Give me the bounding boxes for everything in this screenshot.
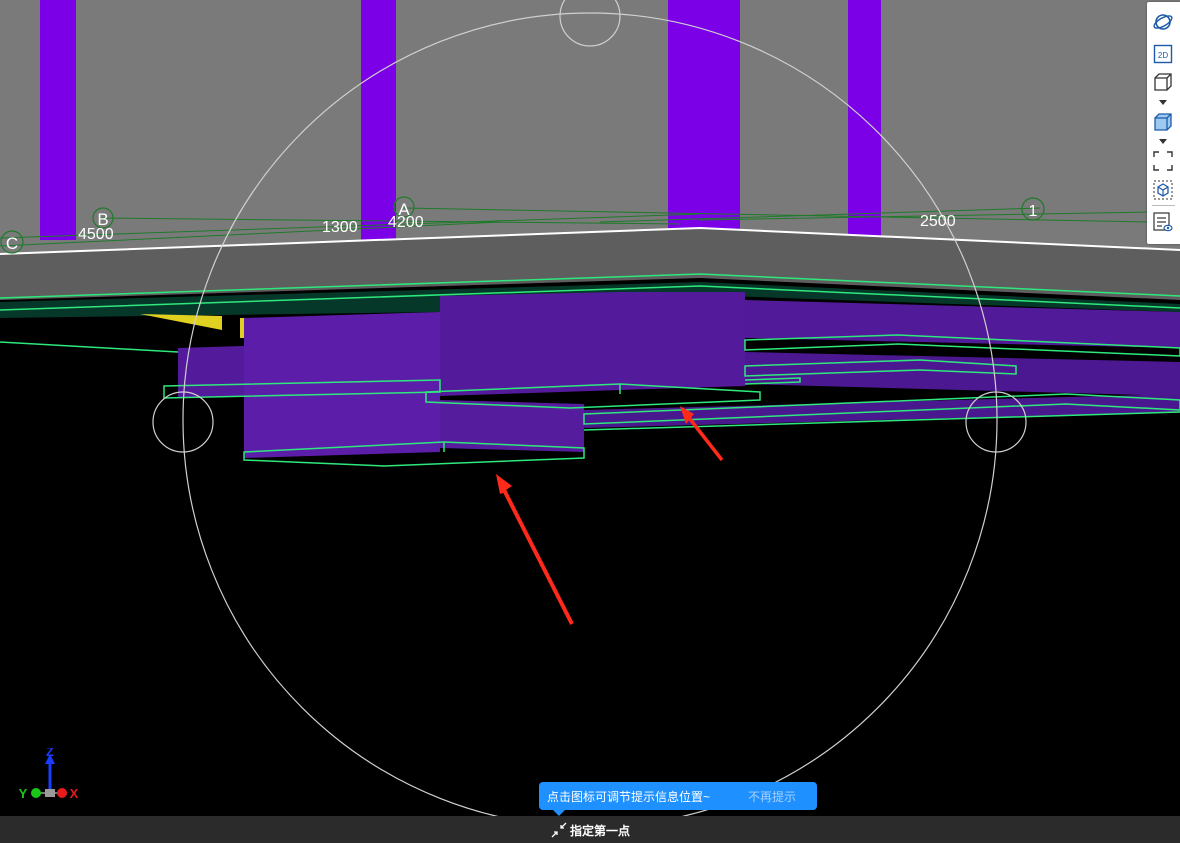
dimension-label: 2500 — [920, 213, 956, 230]
column — [361, 0, 396, 240]
axis-origin-box — [45, 789, 55, 797]
fullscreen-icon[interactable] — [1151, 149, 1175, 173]
properties-panel-icon[interactable] — [1151, 210, 1175, 234]
svg-text:2D: 2D — [1158, 51, 1168, 60]
z-axis-label: Z — [46, 748, 54, 759]
shaded-cube-icon[interactable] — [1151, 110, 1175, 134]
column — [668, 0, 740, 232]
y-axis-marker — [31, 788, 41, 798]
chevron-down-icon[interactable] — [1159, 100, 1167, 105]
chevron-down-icon[interactable] — [1159, 139, 1167, 144]
orbit-icon[interactable] — [1151, 10, 1175, 34]
dont-show-again-link[interactable]: 不再提示 — [748, 788, 796, 805]
svg-text:C: C — [6, 234, 18, 253]
prompt-text: 指定第一点 — [570, 823, 631, 838]
dimension-label: 4500 — [78, 226, 114, 243]
back-wall — [0, 0, 1180, 260]
svg-text:1: 1 — [1029, 203, 1038, 220]
axis-triad: Z Y X — [19, 748, 79, 801]
column — [40, 0, 76, 240]
command-prompt: 指定第一点 — [551, 821, 630, 839]
x-axis-marker — [57, 788, 67, 798]
3d-scene[interactable]: C B A 1 4500 1300 4200 2500 — [0, 0, 1180, 816]
toolbar-divider — [1152, 205, 1175, 206]
beam — [244, 312, 440, 458]
dimension-label: 4200 — [388, 214, 424, 231]
dimension-label: 1300 — [322, 219, 358, 236]
3d-viewport[interactable]: C B A 1 4500 1300 4200 2500 Z Y X — [0, 0, 1180, 816]
2d-view-icon[interactable]: 2D — [1151, 42, 1175, 66]
wireframe-cube-icon[interactable] — [1151, 70, 1175, 94]
yellow-element — [140, 314, 222, 330]
hint-message: 点击图标可调节提示信息位置~ — [547, 789, 711, 804]
shrink-arrows-icon[interactable] — [551, 822, 567, 838]
hint-tooltip[interactable]: 点击图标可调节提示信息位置~ 不再提示 — [539, 782, 817, 816]
annotation-arrow — [496, 474, 574, 625]
beam — [440, 292, 745, 396]
view-toolbar: 2D — [1147, 2, 1180, 244]
x-axis-label: X — [70, 786, 79, 801]
component-view-icon[interactable] — [1151, 178, 1175, 202]
y-axis-label: Y — [19, 786, 28, 801]
yellow-element — [240, 318, 244, 338]
